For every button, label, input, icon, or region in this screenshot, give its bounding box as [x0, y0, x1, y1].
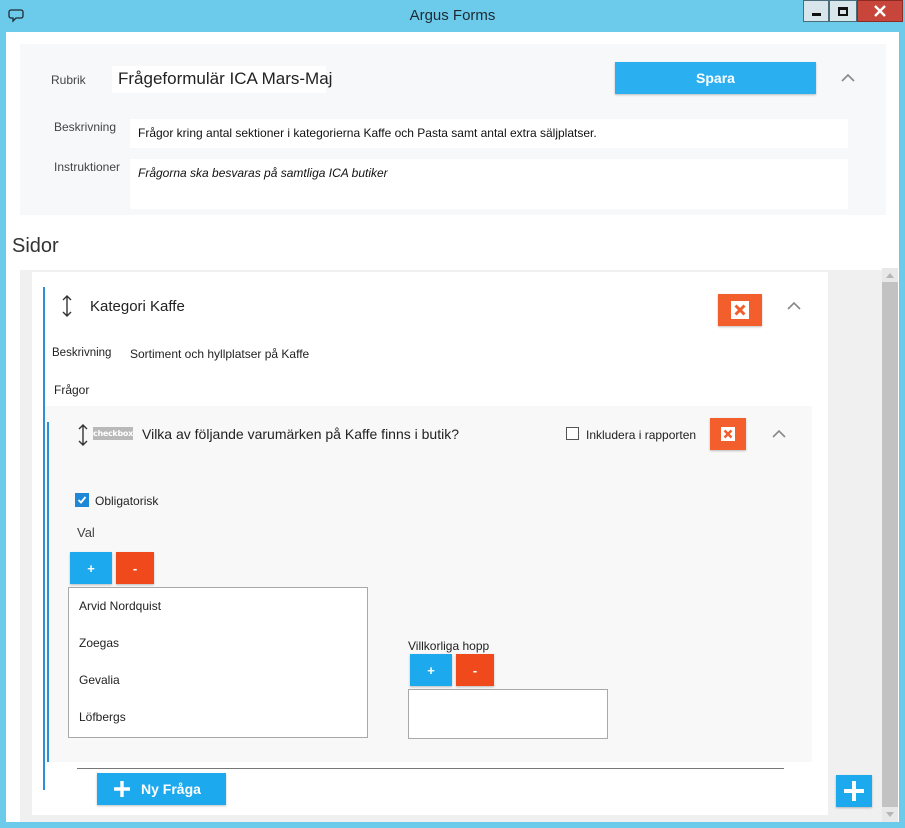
add-jump-button[interactable]: +	[410, 654, 452, 686]
scroll-up-arrow-icon[interactable]	[886, 272, 894, 278]
chevron-up-icon[interactable]	[787, 301, 801, 311]
include-report-label: Inkludera i rapporten	[586, 428, 697, 442]
scrollbar-thumb[interactable]	[882, 282, 898, 807]
add-option-button[interactable]: +	[70, 552, 112, 584]
instruktioner-label: Instruktioner	[54, 160, 121, 174]
instruktioner-input[interactable]: Frågorna ska besvaras på samtliga ICA bu…	[130, 159, 848, 209]
minimize-icon	[811, 12, 821, 16]
new-question-button[interactable]: Ny Fråga	[97, 773, 226, 805]
save-button[interactable]: Spara	[615, 62, 816, 94]
obligatorisk-checkbox[interactable]	[75, 493, 89, 507]
drag-handle-icon[interactable]	[78, 424, 88, 446]
delete-x-icon	[731, 301, 749, 319]
divider	[77, 768, 784, 769]
add-page-button[interactable]	[836, 775, 872, 807]
page-beskrivning-value[interactable]: Sortiment och hyllplatser på Kaffe	[130, 347, 309, 361]
val-label: Val	[77, 525, 95, 540]
page-title: Kategori Kaffe	[90, 298, 185, 315]
question-card: checkbox Vilka av följande varumärken på…	[45, 406, 812, 762]
remove-jump-button[interactable]: -	[456, 654, 494, 686]
vertical-scrollbar[interactable]	[882, 268, 898, 822]
plus-icon	[114, 781, 130, 797]
maximize-button[interactable]	[829, 0, 857, 22]
delete-page-button[interactable]	[718, 294, 762, 326]
jumps-list[interactable]	[408, 689, 608, 739]
checkmark-icon	[77, 496, 87, 504]
list-item[interactable]: Arvid Nordquist	[79, 599, 161, 613]
minimize-button[interactable]	[803, 0, 829, 22]
chevron-up-icon[interactable]	[772, 429, 786, 439]
remove-option-button[interactable]: -	[116, 552, 154, 584]
villkorliga-hopp-label: Villkorliga hopp	[408, 639, 490, 653]
include-report-checkbox[interactable]	[566, 427, 579, 440]
list-item[interactable]: Zoegas	[79, 636, 119, 650]
rubrik-input[interactable]: Frågeformulär ICA Mars-Maj	[112, 66, 332, 93]
new-question-label: Ny Fråga	[141, 781, 201, 797]
page-card: Kategori Kaffe Beskrivning Sortiment och…	[32, 272, 828, 815]
chevron-up-icon[interactable]	[841, 73, 855, 83]
question-accent-bar	[47, 422, 49, 762]
scroll-down-arrow-icon[interactable]	[886, 812, 894, 818]
question-type-badge: checkbox	[93, 427, 133, 440]
form-header-card: Rubrik Frågeformulär ICA Mars-Maj Spara …	[20, 44, 886, 215]
beskrivning-label: Beskrivning	[54, 120, 117, 134]
delete-question-button[interactable]	[710, 418, 746, 450]
client-area: Rubrik Frågeformulär ICA Mars-Maj Spara …	[6, 32, 899, 822]
rubrik-label: Rubrik	[51, 73, 86, 87]
drag-handle-icon[interactable]	[62, 295, 72, 317]
delete-x-icon	[721, 427, 735, 441]
plus-icon	[844, 781, 864, 801]
list-item[interactable]: Gevalia	[79, 673, 120, 687]
beskrivning-input[interactable]: Frågor kring antal sektioner i kategorie…	[130, 119, 848, 148]
window-title: Argus Forms	[409, 7, 496, 24]
close-window-button[interactable]	[857, 0, 903, 22]
list-item[interactable]: Löfbergs	[79, 710, 126, 724]
fragor-label: Frågor	[54, 383, 90, 397]
page-beskrivning-label: Beskrivning	[52, 347, 112, 359]
obligatorisk-label: Obligatorisk	[95, 494, 159, 508]
title-bar: Argus Forms	[0, 0, 905, 32]
pages-section-title: Sidor	[12, 235, 59, 257]
close-icon	[874, 5, 886, 17]
options-list[interactable]: Arvid Nordquist Zoegas Gevalia Löfbergs	[68, 587, 368, 738]
maximize-icon	[838, 6, 848, 16]
question-text[interactable]: Vilka av följande varumärken på Kaffe fi…	[142, 426, 459, 442]
